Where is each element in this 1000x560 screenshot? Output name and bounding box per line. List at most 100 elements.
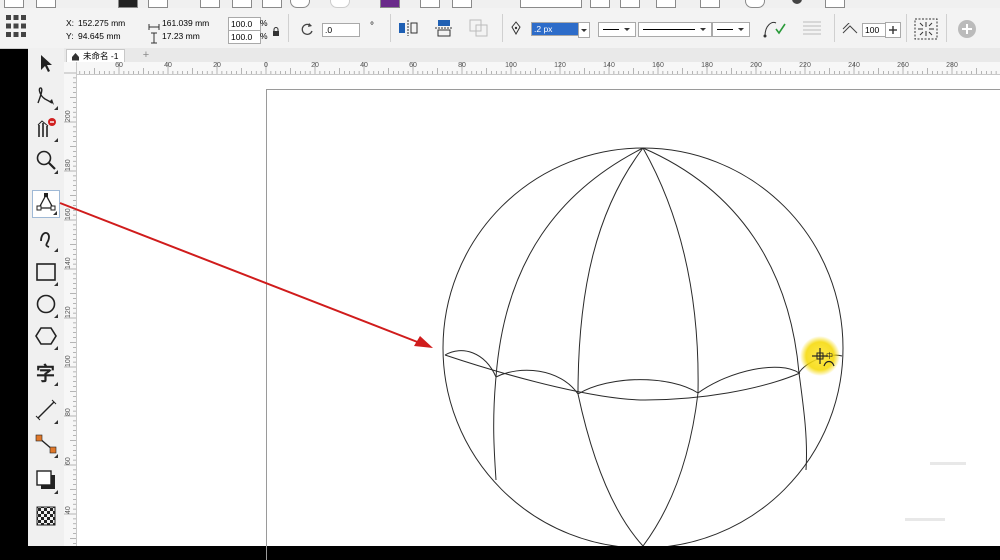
ruler-number: 220 xyxy=(799,62,811,69)
separator xyxy=(906,14,907,42)
outline-pen-icon[interactable] xyxy=(510,21,522,40)
ruler-number: 40 xyxy=(65,506,72,514)
open-document-icon[interactable] xyxy=(36,0,56,8)
pick-tool[interactable] xyxy=(32,52,60,80)
ruler-number: 160 xyxy=(65,208,72,220)
export-icon[interactable] xyxy=(452,0,472,8)
end-arrowhead-select[interactable] xyxy=(712,22,750,37)
document-tab-title: 未命名 -1 xyxy=(83,51,119,61)
full-screen-icon[interactable] xyxy=(590,0,610,8)
ellipse-tool[interactable] xyxy=(32,292,60,320)
search-content-icon[interactable] xyxy=(380,0,400,8)
coreldraw-window: X: 152.275 mm Y: 94.645 mm 161.039 mm 17… xyxy=(0,0,1000,560)
ruler-number: 60 xyxy=(65,457,72,465)
x-label: X: xyxy=(66,18,75,28)
shape-tool[interactable] xyxy=(32,190,60,218)
ruler-number: 0 xyxy=(264,62,268,69)
zoom-tool[interactable] xyxy=(32,148,60,176)
freehand-tool[interactable] xyxy=(32,84,60,112)
text-wrap-icon[interactable] xyxy=(802,19,822,42)
height-icon xyxy=(150,31,158,49)
connector-tool[interactable] xyxy=(32,432,60,460)
y-label: Y: xyxy=(66,31,74,41)
ruler-number: 160 xyxy=(652,62,664,69)
horizontal-ruler[interactable]: 60 40 20 0 20 40 60 80 100 120 140 160 1… xyxy=(76,62,1000,75)
guidelines-icon[interactable] xyxy=(700,0,720,8)
close-curve-icon[interactable] xyxy=(762,19,786,44)
ruler-number: 40 xyxy=(360,62,368,69)
page-border xyxy=(266,89,1000,560)
start-arrowhead-select[interactable] xyxy=(598,22,636,37)
ruler-number: 100 xyxy=(65,355,72,367)
print-icon[interactable] xyxy=(148,0,168,8)
rotation-field[interactable]: .0 xyxy=(322,23,360,37)
zoom-level-field[interactable] xyxy=(520,0,582,8)
ruler-number: 80 xyxy=(65,408,72,416)
text-tool[interactable]: 字 xyxy=(32,360,60,388)
save-icon[interactable] xyxy=(118,0,138,8)
ruler-number: 200 xyxy=(65,110,72,122)
separator xyxy=(834,14,835,42)
ruler-number: 240 xyxy=(848,62,860,69)
outline-width-field[interactable]: .2 px xyxy=(531,22,583,36)
smoothness-plus-icon[interactable] xyxy=(885,22,901,38)
ruler-number: 200 xyxy=(750,62,762,69)
new-document-icon[interactable] xyxy=(4,0,24,8)
vertical-ruler[interactable]: 200 180 160 140 120 100 80 60 40 xyxy=(64,62,77,546)
outline-width-dropdown-icon[interactable] xyxy=(578,22,590,38)
bezier-tool[interactable] xyxy=(32,226,60,254)
ruler-number: 20 xyxy=(311,62,319,69)
undo-icon[interactable] xyxy=(290,0,310,8)
scale-y-unit: % xyxy=(260,31,268,41)
smart-fill-tool[interactable] xyxy=(32,116,60,144)
polygon-tool[interactable] xyxy=(32,324,60,352)
ruler-number: 40 xyxy=(164,62,172,69)
ruler-number: 60 xyxy=(409,62,417,69)
snap-icon[interactable] xyxy=(745,0,765,8)
ruler-number: 60 xyxy=(115,62,123,69)
ruler-number: 80 xyxy=(458,62,466,69)
y-position-field[interactable]: 94.645 mm xyxy=(76,30,144,42)
width-field[interactable]: 161.039 mm xyxy=(160,17,226,29)
ruler-number: 280 xyxy=(946,62,958,69)
cut-icon[interactable] xyxy=(200,0,220,8)
toolbox: 字 xyxy=(28,48,65,546)
drop-shadow-tool[interactable] xyxy=(32,468,60,496)
x-position-field[interactable]: 152.275 mm xyxy=(76,17,144,29)
rulers-icon[interactable] xyxy=(620,0,640,8)
scale-x-unit: % xyxy=(260,18,268,28)
ruler-number: 120 xyxy=(554,62,566,69)
ruler-number: 100 xyxy=(505,62,517,69)
mirror-horizontal-icon[interactable] xyxy=(398,19,418,42)
add-document-icon[interactable]: + xyxy=(140,49,152,61)
dimension-tool[interactable] xyxy=(32,398,60,426)
redo-icon[interactable] xyxy=(330,0,350,8)
ruler-number: 180 xyxy=(65,159,72,171)
degree-unit: ° xyxy=(370,21,374,32)
scale-x-field[interactable]: 100.0 xyxy=(228,17,261,31)
transparency-tool[interactable] xyxy=(32,504,60,532)
rectangle-tool[interactable] xyxy=(32,260,60,288)
import-icon[interactable] xyxy=(420,0,440,8)
options-gear-icon[interactable] xyxy=(788,0,806,6)
separator xyxy=(946,14,947,42)
copy-icon[interactable] xyxy=(232,0,252,8)
smoothness-field[interactable]: 100 xyxy=(862,23,886,37)
combine-icon[interactable] xyxy=(468,18,490,43)
grid-icon[interactable] xyxy=(656,0,676,8)
line-style-select[interactable] xyxy=(638,22,712,37)
select-all-nodes-icon[interactable] xyxy=(914,18,938,45)
paste-icon[interactable] xyxy=(262,0,282,8)
separator xyxy=(390,14,391,42)
scale-y-field[interactable]: 100.0 xyxy=(228,30,261,44)
launch-icon[interactable] xyxy=(825,0,845,8)
ruler-number: 120 xyxy=(65,306,72,318)
ruler-number: 20 xyxy=(213,62,221,69)
add-node-icon[interactable] xyxy=(956,18,978,45)
height-field[interactable]: 17.23 mm xyxy=(160,30,226,42)
lock-ratio-icon[interactable] xyxy=(272,24,280,42)
drawing-canvas[interactable] xyxy=(77,75,1000,560)
mirror-vertical-icon[interactable] xyxy=(434,19,454,42)
reference-point-icon[interactable] xyxy=(5,14,27,43)
document-tab[interactable]: 未命名 -1 xyxy=(66,49,126,63)
